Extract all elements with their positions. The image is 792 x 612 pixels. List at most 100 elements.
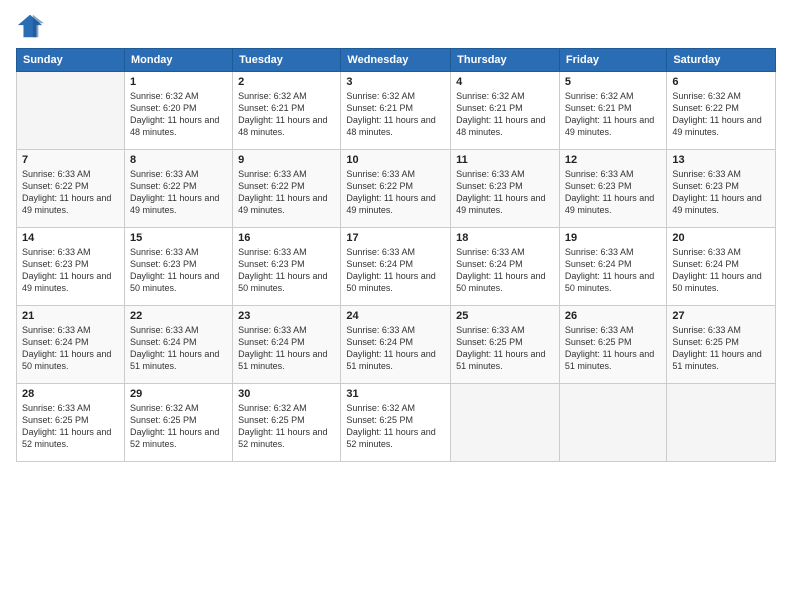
header xyxy=(16,12,776,40)
day-number: 29 xyxy=(130,388,227,400)
calendar-cell: 21Sunrise: 6:33 AMSunset: 6:24 PMDayligh… xyxy=(17,306,125,384)
day-number: 7 xyxy=(22,154,119,166)
day-info: Sunrise: 6:33 AMSunset: 6:23 PMDaylight:… xyxy=(22,246,119,295)
day-number: 25 xyxy=(456,310,554,322)
weekday-header-thursday: Thursday xyxy=(451,49,560,72)
day-number: 5 xyxy=(565,76,661,88)
day-number: 19 xyxy=(565,232,661,244)
day-info: Sunrise: 6:33 AMSunset: 6:24 PMDaylight:… xyxy=(346,324,445,373)
day-info: Sunrise: 6:33 AMSunset: 6:23 PMDaylight:… xyxy=(672,168,770,217)
day-number: 1 xyxy=(130,76,227,88)
day-info: Sunrise: 6:33 AMSunset: 6:24 PMDaylight:… xyxy=(346,246,445,295)
calendar-cell: 27 Sunrise: 6:33 AMSunset: 6:25 PMDayligh… xyxy=(667,306,776,384)
week-row-3: 14 Sunrise: 6:33 AMSunset: 6:23 PMDayligh… xyxy=(17,228,776,306)
calendar-cell: 6 Sunrise: 6:32 AMSunset: 6:22 PMDaylight… xyxy=(667,72,776,150)
day-info: Sunrise: 6:32 AMSunset: 6:21 PMDaylight:… xyxy=(456,90,554,139)
calendar-cell: 10Sunrise: 6:33 AMSunset: 6:22 PMDayligh… xyxy=(341,150,451,228)
day-info: Sunrise: 6:32 AMSunset: 6:25 PMDaylight:… xyxy=(130,402,227,451)
day-number: 9 xyxy=(238,154,335,166)
calendar-cell: 3 Sunrise: 6:32 AMSunset: 6:21 PMDaylight… xyxy=(341,72,451,150)
day-info: Sunrise: 6:33 AMSunset: 6:25 PMDaylight:… xyxy=(565,324,661,373)
day-info: Sunrise: 6:33 AMSunset: 6:24 PMDaylight:… xyxy=(456,246,554,295)
day-info: Sunrise: 6:32 AMSunset: 6:21 PMDaylight:… xyxy=(565,90,661,139)
day-number: 18 xyxy=(456,232,554,244)
day-number: 20 xyxy=(672,232,770,244)
day-info: Sunrise: 6:33 AMSunset: 6:24 PMDaylight:… xyxy=(672,246,770,295)
day-number: 2 xyxy=(238,76,335,88)
day-number: 14 xyxy=(22,232,119,244)
calendar-cell: 15 Sunrise: 6:33 AMSunset: 6:23 PMDayligh… xyxy=(124,228,232,306)
day-info: Sunrise: 6:33 AMSunset: 6:23 PMDaylight:… xyxy=(238,246,335,295)
calendar-cell: 28 Sunrise: 6:33 AMSunset: 6:25 PMDayligh… xyxy=(17,384,125,462)
day-number: 3 xyxy=(346,76,445,88)
day-number: 27 xyxy=(672,310,770,322)
day-number: 23 xyxy=(238,310,335,322)
day-info: Sunrise: 6:32 AMSunset: 6:25 PMDaylight:… xyxy=(346,402,445,451)
weekday-header-row: SundayMondayTuesdayWednesdayThursdayFrid… xyxy=(17,49,776,72)
calendar-cell: 7 Sunrise: 6:33 AMSunset: 6:22 PMDaylight… xyxy=(17,150,125,228)
weekday-header-tuesday: Tuesday xyxy=(233,49,341,72)
week-row-1: 1 Sunrise: 6:32 AMSunset: 6:20 PMDaylight… xyxy=(17,72,776,150)
day-info: Sunrise: 6:33 AMSunset: 6:25 PMDaylight:… xyxy=(456,324,554,373)
calendar-cell: 14 Sunrise: 6:33 AMSunset: 6:23 PMDayligh… xyxy=(17,228,125,306)
calendar-cell: 29 Sunrise: 6:32 AMSunset: 6:25 PMDayligh… xyxy=(124,384,232,462)
weekday-header-sunday: Sunday xyxy=(17,49,125,72)
day-info: Sunrise: 6:33 AMSunset: 6:23 PMDaylight:… xyxy=(130,246,227,295)
calendar-cell: 19Sunrise: 6:33 AMSunset: 6:24 PMDayligh… xyxy=(559,228,666,306)
day-info: Sunrise: 6:33 AMSunset: 6:23 PMDaylight:… xyxy=(456,168,554,217)
weekday-header-saturday: Saturday xyxy=(667,49,776,72)
calendar-cell: 18 Sunrise: 6:33 AMSunset: 6:24 PMDayligh… xyxy=(451,228,560,306)
week-row-4: 21 Sunrise: 6:33 AMSunset: 6:24 PMDayligh… xyxy=(17,306,776,384)
day-number: 12 xyxy=(565,154,661,166)
calendar-cell: 16 Sunrise: 6:33 AMSunset: 6:23 PMDayligh… xyxy=(233,228,341,306)
day-info: Sunrise: 6:32 AMSunset: 6:22 PMDaylight:… xyxy=(672,90,770,139)
day-info: Sunrise: 6:33 AMSunset: 6:24 PMDaylight:… xyxy=(130,324,227,373)
logo-icon xyxy=(16,12,44,40)
day-info: Sunrise: 6:33 AMSunset: 6:22 PMDaylight:… xyxy=(130,168,227,217)
calendar-cell xyxy=(451,384,560,462)
day-number: 22 xyxy=(130,310,227,322)
day-number: 26 xyxy=(565,310,661,322)
day-number: 30 xyxy=(238,388,335,400)
day-number: 31 xyxy=(346,388,445,400)
day-info: Sunrise: 6:32 AMSunset: 6:20 PMDaylight:… xyxy=(130,90,227,139)
day-number: 13 xyxy=(672,154,770,166)
day-number: 24 xyxy=(346,310,445,322)
calendar-cell: 1 Sunrise: 6:32 AMSunset: 6:20 PMDaylight… xyxy=(124,72,232,150)
weekday-header-friday: Friday xyxy=(559,49,666,72)
calendar-cell: 4Sunrise: 6:32 AMSunset: 6:21 PMDaylight… xyxy=(451,72,560,150)
calendar-cell: 30 Sunrise: 6:32 AMSunset: 6:25 PMDayligh… xyxy=(233,384,341,462)
calendar-cell: 31 Sunrise: 6:32 AMSunset: 6:25 PMDayligh… xyxy=(341,384,451,462)
day-info: Sunrise: 6:32 AMSunset: 6:25 PMDaylight:… xyxy=(238,402,335,451)
day-info: Sunrise: 6:32 AMSunset: 6:21 PMDaylight:… xyxy=(346,90,445,139)
page: SundayMondayTuesdayWednesdayThursdayFrid… xyxy=(0,0,792,612)
calendar-cell: 9 Sunrise: 6:33 AMSunset: 6:22 PMDaylight… xyxy=(233,150,341,228)
day-number: 15 xyxy=(130,232,227,244)
day-number: 28 xyxy=(22,388,119,400)
day-number: 6 xyxy=(672,76,770,88)
day-info: Sunrise: 6:33 AMSunset: 6:23 PMDaylight:… xyxy=(565,168,661,217)
calendar-cell: 13 Sunrise: 6:33 AMSunset: 6:23 PMDayligh… xyxy=(667,150,776,228)
logo xyxy=(16,12,48,40)
calendar-cell: 17 Sunrise: 6:33 AMSunset: 6:24 PMDayligh… xyxy=(341,228,451,306)
day-info: Sunrise: 6:33 AMSunset: 6:25 PMDaylight:… xyxy=(672,324,770,373)
calendar-cell: 12 Sunrise: 6:33 AMSunset: 6:23 PMDayligh… xyxy=(559,150,666,228)
calendar-table: SundayMondayTuesdayWednesdayThursdayFrid… xyxy=(16,48,776,462)
calendar-cell: 23 Sunrise: 6:33 AMSunset: 6:24 PMDayligh… xyxy=(233,306,341,384)
week-row-5: 28 Sunrise: 6:33 AMSunset: 6:25 PMDayligh… xyxy=(17,384,776,462)
calendar-cell xyxy=(17,72,125,150)
calendar-cell: 22 Sunrise: 6:33 AMSunset: 6:24 PMDayligh… xyxy=(124,306,232,384)
calendar-cell: 2 Sunrise: 6:32 AMSunset: 6:21 PMDaylight… xyxy=(233,72,341,150)
day-info: Sunrise: 6:32 AMSunset: 6:21 PMDaylight:… xyxy=(238,90,335,139)
day-info: Sunrise: 6:33 AMSunset: 6:22 PMDaylight:… xyxy=(22,168,119,217)
day-number: 16 xyxy=(238,232,335,244)
calendar-cell xyxy=(667,384,776,462)
day-info: Sunrise: 6:33 AMSunset: 6:22 PMDaylight:… xyxy=(238,168,335,217)
weekday-header-monday: Monday xyxy=(124,49,232,72)
day-info: Sunrise: 6:33 AMSunset: 6:24 PMDaylight:… xyxy=(238,324,335,373)
day-number: 8 xyxy=(130,154,227,166)
day-number: 17 xyxy=(346,232,445,244)
day-number: 21 xyxy=(22,310,119,322)
day-info: Sunrise: 6:33 AMSunset: 6:25 PMDaylight:… xyxy=(22,402,119,451)
calendar-cell: 8 Sunrise: 6:33 AMSunset: 6:22 PMDaylight… xyxy=(124,150,232,228)
